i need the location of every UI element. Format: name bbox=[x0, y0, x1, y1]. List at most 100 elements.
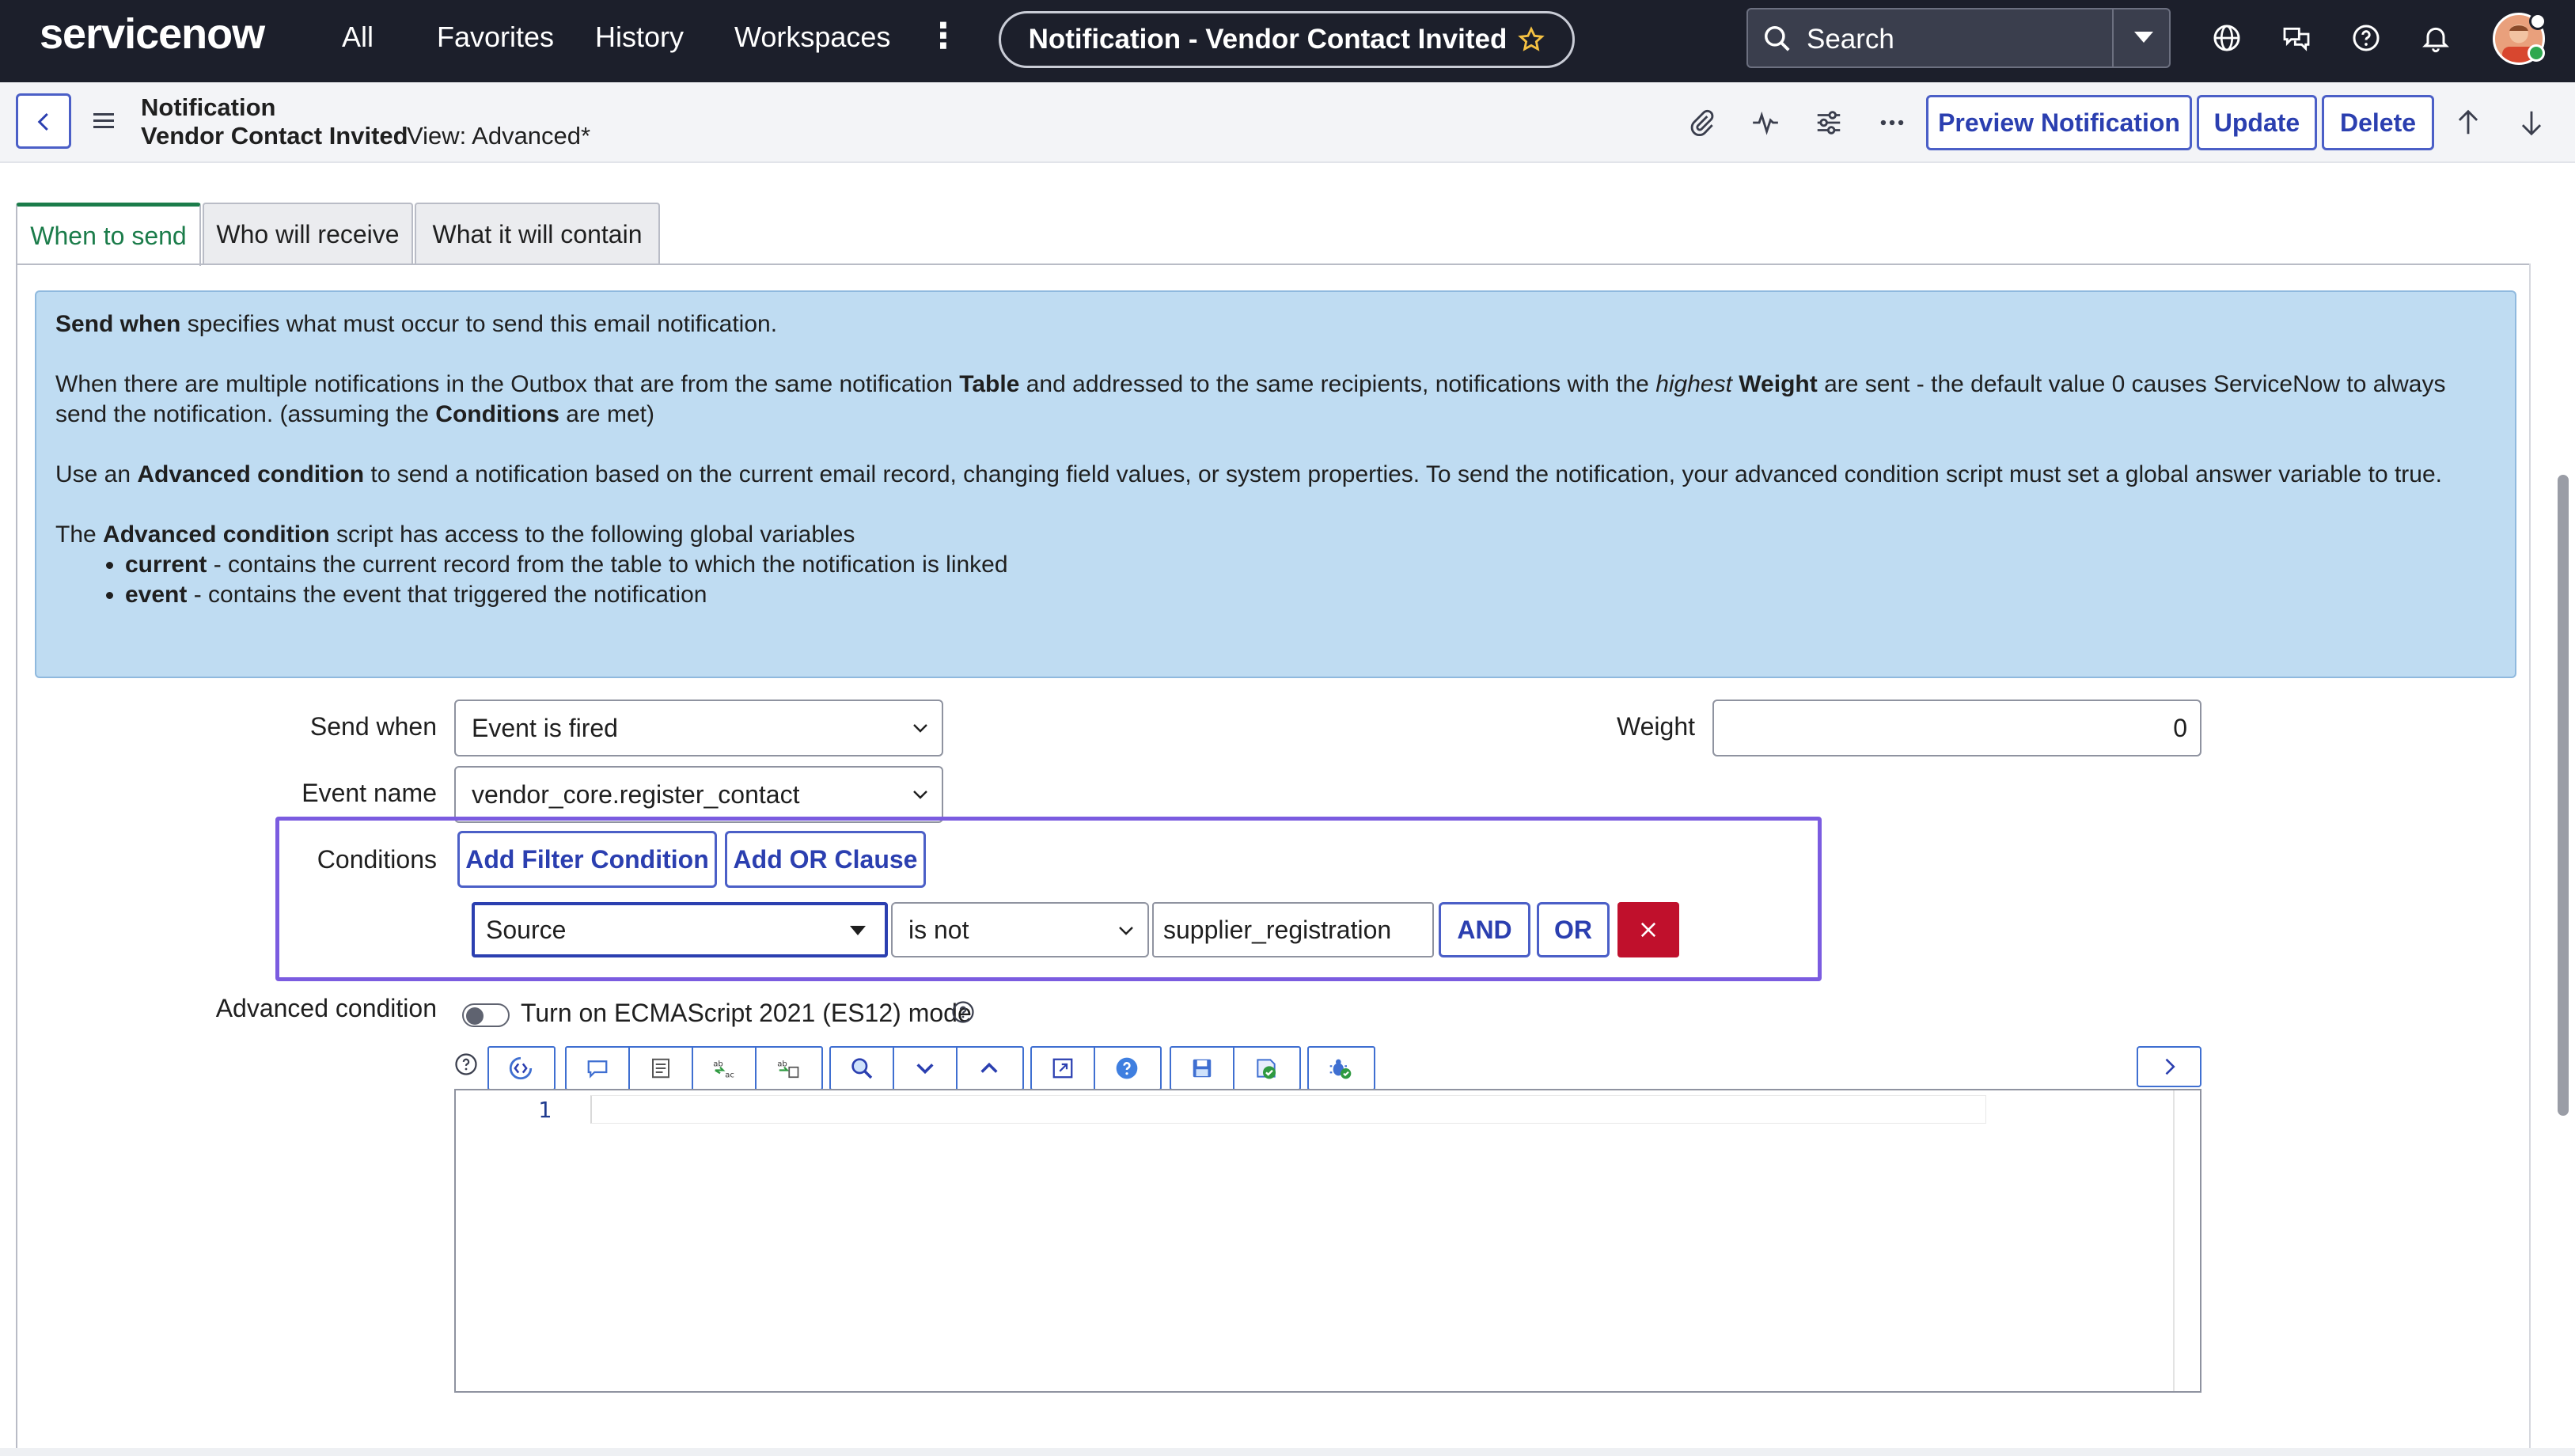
tab-when-to-send[interactable]: When to send bbox=[16, 203, 201, 266]
toolbar-group-1 bbox=[487, 1046, 556, 1090]
global-variables-list: current - contains the current record fr… bbox=[125, 550, 2496, 610]
chevron-down-icon bbox=[913, 791, 927, 799]
search-dropdown-icon[interactable] bbox=[2134, 32, 2153, 43]
help-icon[interactable] bbox=[1095, 1048, 1159, 1089]
online-status-icon bbox=[2528, 44, 2545, 62]
toggle-syntax-icon[interactable] bbox=[489, 1048, 552, 1089]
back-button[interactable] bbox=[16, 93, 71, 149]
chevron-down-icon bbox=[1119, 927, 1133, 935]
nav-all[interactable]: All bbox=[342, 21, 374, 54]
search-input[interactable]: Search bbox=[1807, 24, 1894, 55]
paperclip-icon[interactable] bbox=[1687, 108, 1717, 138]
chevron-down-icon bbox=[913, 724, 927, 733]
comment-icon[interactable] bbox=[567, 1048, 630, 1089]
add-filter-condition-button[interactable]: Add Filter Condition bbox=[457, 831, 717, 888]
record-header: Notification Vendor Contact Invited View… bbox=[0, 82, 2575, 163]
check-syntax-icon[interactable] bbox=[1234, 1048, 1298, 1089]
event-name-select[interactable]: vendor_core.register_contact bbox=[454, 766, 943, 823]
code-line[interactable] bbox=[590, 1095, 1986, 1124]
search-icon bbox=[1765, 26, 1790, 51]
tab-what-it-will-contain[interactable]: What it will contain bbox=[415, 203, 660, 264]
avatar-badge bbox=[2529, 13, 2547, 30]
find-next-icon[interactable] bbox=[894, 1048, 958, 1089]
info-paragraph-4: The Advanced condition script has access… bbox=[55, 521, 855, 548]
and-button[interactable]: AND bbox=[1439, 902, 1530, 957]
record-name-label: Vendor Contact Invited bbox=[141, 122, 408, 150]
tab-underline bbox=[16, 264, 2531, 265]
search-icon[interactable] bbox=[831, 1048, 894, 1089]
delete-button[interactable]: Delete bbox=[2322, 95, 2434, 150]
fullscreen-icon[interactable] bbox=[1032, 1048, 1095, 1089]
close-icon bbox=[1640, 922, 1656, 938]
bottom-shadow bbox=[0, 1448, 2575, 1456]
editor-scrollbar[interactable] bbox=[2173, 1090, 2200, 1391]
find-previous-icon[interactable] bbox=[958, 1048, 1021, 1089]
bell-icon[interactable] bbox=[2420, 22, 2452, 54]
condition-field-select[interactable]: Source bbox=[472, 902, 888, 957]
list-item: current - contains the current record fr… bbox=[125, 550, 2496, 580]
add-or-clause-button[interactable]: Add OR Clause bbox=[725, 831, 926, 888]
nav-workspaces[interactable]: Workspaces bbox=[734, 21, 890, 54]
info-message-box: Send when specifies what must occur to s… bbox=[35, 290, 2516, 678]
chat-icon[interactable] bbox=[2281, 22, 2312, 54]
weight-label: Weight bbox=[1616, 712, 1695, 741]
servicenow-logo[interactable]: servicenow bbox=[40, 9, 265, 59]
page-scrollbar[interactable] bbox=[2558, 475, 2569, 1116]
panel-border-left bbox=[16, 264, 17, 1456]
svg-text:ab: ab bbox=[777, 1060, 787, 1069]
view-label[interactable]: View: Advanced* bbox=[407, 122, 590, 150]
arrow-down-icon[interactable] bbox=[2516, 108, 2547, 138]
preview-notification-button[interactable]: Preview Notification bbox=[1926, 95, 2192, 150]
format-code-icon[interactable] bbox=[630, 1048, 693, 1089]
menu-icon[interactable] bbox=[93, 111, 117, 131]
condition-field-value: Source bbox=[486, 915, 567, 944]
or-button[interactable]: OR bbox=[1537, 902, 1610, 957]
svg-text:ab: ab bbox=[713, 1060, 722, 1069]
update-button[interactable]: Update bbox=[2197, 95, 2317, 150]
save-icon[interactable] bbox=[1171, 1048, 1234, 1089]
debug-icon[interactable] bbox=[1309, 1048, 1372, 1089]
info-paragraph-2: When there are multiple notifications in… bbox=[55, 371, 2446, 427]
nav-history[interactable]: History bbox=[595, 21, 684, 54]
help-icon[interactable] bbox=[454, 1052, 478, 1076]
panel-border-right bbox=[2529, 264, 2531, 1456]
condition-value-input[interactable]: supplier_registration bbox=[1152, 902, 1434, 957]
expand-panel-button[interactable] bbox=[2137, 1046, 2201, 1087]
toolbar-group-6 bbox=[1307, 1046, 1375, 1090]
nav-favorites[interactable]: Favorites bbox=[437, 21, 554, 54]
help-icon[interactable] bbox=[951, 1000, 975, 1024]
vertical-ellipsis-icon[interactable]: ⋮ bbox=[926, 16, 961, 56]
replace-icon[interactable]: ab ac bbox=[693, 1048, 757, 1089]
record-title: Notification - Vendor Contact Invited bbox=[1028, 24, 1507, 55]
es12-mode-toggle[interactable] bbox=[462, 1003, 510, 1027]
record-title-pill[interactable]: Notification - Vendor Contact Invited bbox=[999, 11, 1575, 68]
toolbar-group-5 bbox=[1170, 1046, 1301, 1090]
info-paragraph-3: Use an Advanced condition to send a noti… bbox=[55, 461, 2442, 487]
replace-all-icon[interactable]: ab bbox=[757, 1048, 820, 1089]
send-when-value: Event is fired bbox=[472, 713, 618, 742]
event-name-label: Event name bbox=[301, 779, 437, 807]
toolbar-group-3 bbox=[829, 1046, 1024, 1090]
arrow-up-icon[interactable] bbox=[2453, 108, 2483, 138]
star-icon[interactable] bbox=[1518, 26, 1545, 53]
tab-who-will-receive[interactable]: Who will receive bbox=[203, 203, 413, 264]
svg-text:ac: ac bbox=[725, 1071, 734, 1079]
global-search[interactable]: Search bbox=[1746, 8, 2171, 68]
editor-gutter: 1 bbox=[456, 1090, 587, 1391]
globe-icon[interactable] bbox=[2211, 22, 2243, 54]
delete-condition-button[interactable] bbox=[1617, 902, 1679, 957]
help-icon[interactable] bbox=[2350, 22, 2382, 54]
script-editor[interactable]: 1 bbox=[454, 1089, 2201, 1393]
weight-input[interactable]: 0 bbox=[1712, 700, 2201, 756]
activity-icon[interactable] bbox=[1750, 108, 1781, 138]
caret-down-icon bbox=[850, 926, 866, 935]
es12-mode-label: Turn on ECMAScript 2021 (ES12) mode bbox=[521, 999, 972, 1027]
send-when-label: Send when bbox=[309, 712, 437, 741]
condition-operator-select[interactable]: is not bbox=[891, 902, 1149, 957]
conditions-label: Conditions bbox=[317, 845, 437, 874]
info-paragraph-1: Send when specifies what must occur to s… bbox=[55, 311, 778, 337]
send-when-select[interactable]: Event is fired bbox=[454, 700, 943, 756]
sliders-icon[interactable] bbox=[1814, 108, 1844, 138]
more-horizontal-icon[interactable] bbox=[1877, 108, 1907, 138]
toolbar-group-2: ab ac ab bbox=[565, 1046, 823, 1090]
